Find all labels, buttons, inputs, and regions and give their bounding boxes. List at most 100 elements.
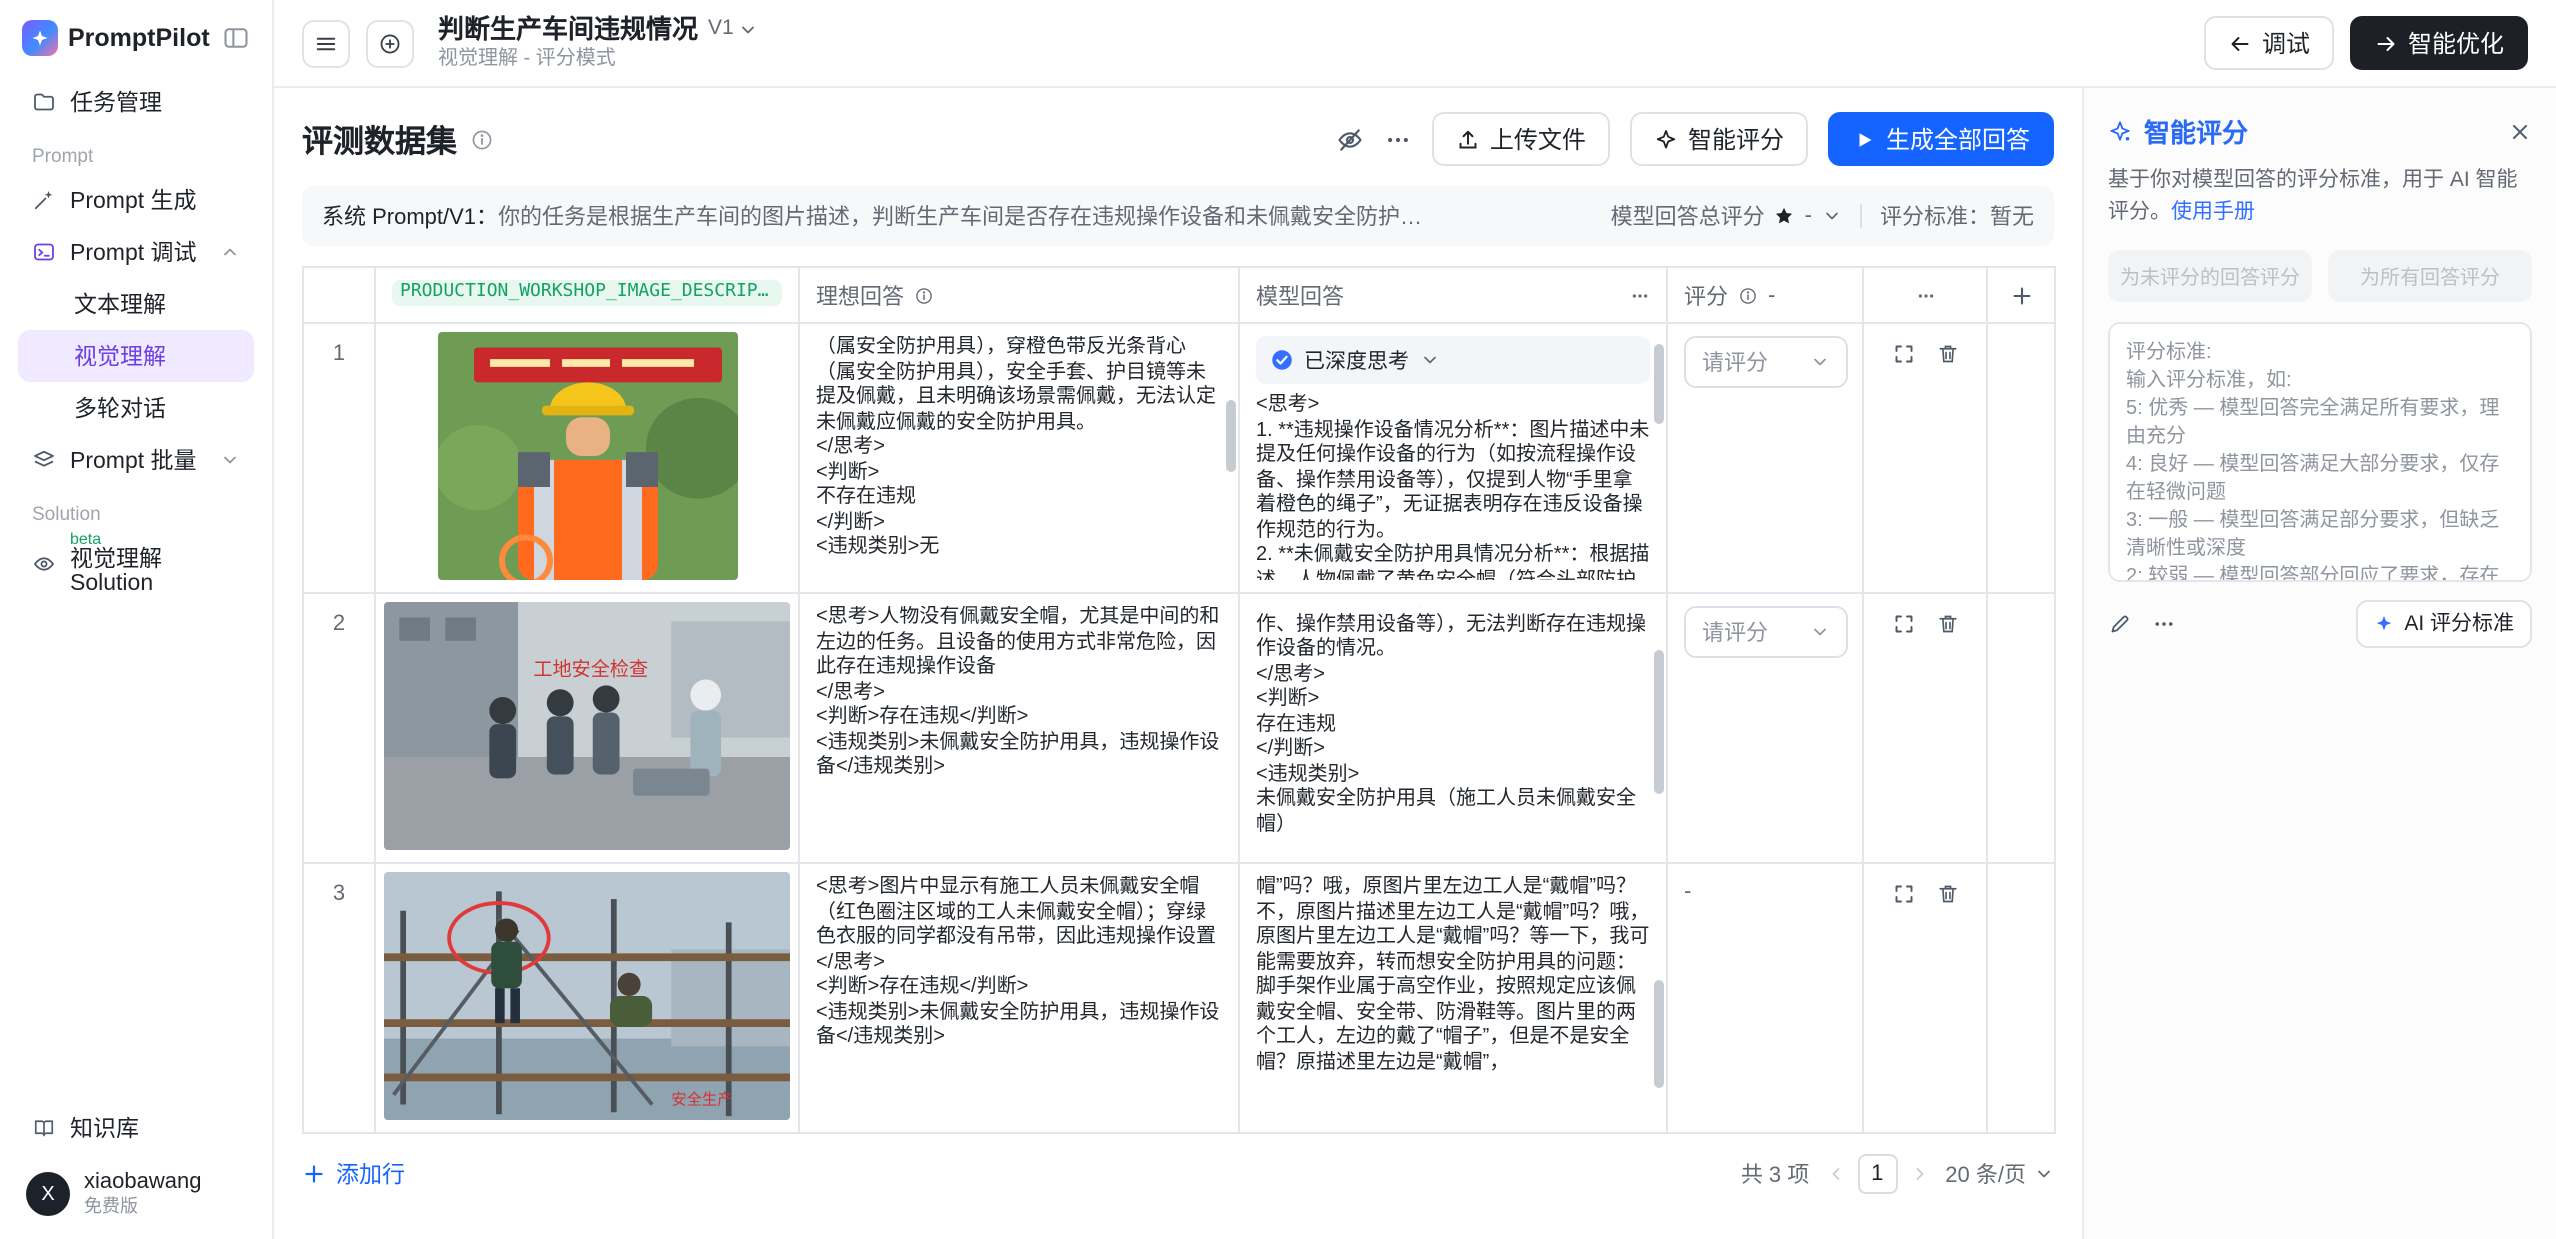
model-answer-cell[interactable]: 戴了黄色安全帽（符合头部防护要求），穿着橙色背心及车间内有砂轮切割机等设备，但未… <box>1239 593 1667 863</box>
arrow-right-icon <box>2374 31 2398 55</box>
sidebar-item-vision-solution[interactable]: beta 视觉理解 Solution <box>18 532 254 596</box>
trash-icon[interactable] <box>1935 612 1959 636</box>
sidebar-item-prompt-debug[interactable]: Prompt 调试 <box>18 226 254 278</box>
system-prompt-bar[interactable]: 系统 Prompt/V1： 你的任务是根据生产车间的图片描述，判断生产车间是否存… <box>302 186 2054 246</box>
sidebar-item-label: 文本理解 <box>74 288 166 320</box>
collapse-sidebar-icon[interactable] <box>222 24 250 52</box>
expand-icon[interactable] <box>1891 342 1915 366</box>
model-answer-text: 戴了黄色安全帽（符合头部防护要求），穿着橙色背心及车间内有砂轮切割机等设备，但未… <box>1256 606 1650 838</box>
expand-icon[interactable] <box>1891 612 1915 636</box>
sidebar-item-label: Prompt 批量 <box>70 444 197 476</box>
star-icon <box>1775 206 1795 226</box>
sidebar-item-tasks[interactable]: 任务管理 <box>18 76 254 128</box>
scrollbar[interactable] <box>1654 344 1664 424</box>
add-column-cell <box>1987 863 2055 1133</box>
new-session-icon[interactable] <box>366 19 414 67</box>
smart-score-button[interactable]: 智能评分 <box>1630 112 1808 166</box>
system-prompt-text: 你的任务是根据生产车间的图片描述，判断生产车间是否存在违规操作设备和未佩戴安全防… <box>498 200 1587 232</box>
image-cell[interactable] <box>375 323 799 593</box>
system-prompt-label: 系统 Prompt/V1： <box>322 200 498 232</box>
model-answer-cell[interactable]: 帽”吗？哦，原图片里左边工人是“戴帽”吗？不，原图片描述里左边工人是“戴帽”吗？… <box>1239 863 1667 1133</box>
add-row-button[interactable]: 添加行 <box>302 1158 405 1190</box>
more-icon[interactable] <box>1384 125 1412 153</box>
layers-icon <box>32 448 56 472</box>
topbar: 判断生产车间违规情况 V1 视觉理解 - 评分模式 调试 智能优化 <box>274 0 2556 88</box>
scrollbar[interactable] <box>1654 650 1664 794</box>
prev-page-icon[interactable] <box>1825 1164 1845 1184</box>
book-icon <box>32 1115 56 1139</box>
score-cell: - <box>1667 863 1863 1133</box>
actions-cell <box>1863 323 1987 593</box>
sidebar-item-vision-understanding[interactable]: 视觉理解 <box>18 330 254 382</box>
sidebar-item-multiturn-dialog[interactable]: 多轮对话 <box>18 382 254 434</box>
current-page[interactable]: 1 <box>1857 1154 1897 1194</box>
manual-link[interactable]: 使用手册 <box>2171 200 2255 224</box>
terminal-icon <box>32 240 56 264</box>
info-icon <box>914 285 934 305</box>
workshop-photo: 安全生产 <box>384 872 790 1120</box>
criteria-textarea[interactable]: 评分标准: 输入评分标准，如: 5: 优秀 — 模型回答完全满足所有要求，理由充… <box>2108 321 2532 581</box>
score-cell: 请评分 <box>1667 593 1863 863</box>
scrollbar[interactable] <box>1226 400 1236 472</box>
info-icon <box>469 127 493 151</box>
score-unscored-button[interactable]: 为未评分的回答评分 <box>2108 249 2312 301</box>
panel-description: 基于你对模型回答的评分标准，用于 AI 智能评分。使用手册 <box>2108 166 2532 229</box>
ai-score-standard-button[interactable]: AI 评分标准 <box>2356 599 2532 647</box>
logo-icon <box>22 20 58 56</box>
next-page-icon[interactable] <box>1909 1164 1929 1184</box>
col-header-ideal[interactable]: 理想回答 <box>799 267 1239 323</box>
more-icon[interactable] <box>1915 285 1935 305</box>
user-plan: 免费版 <box>84 1197 201 1220</box>
smart-optimize-button[interactable]: 智能优化 <box>2350 16 2528 70</box>
arrow-left-icon <box>2228 31 2252 55</box>
chevron-down-icon <box>738 19 758 39</box>
chevron-down-icon <box>1810 622 1830 642</box>
col-header-image[interactable]: PRODUCTION_WORKSHOP_IMAGE_DESCRIPTION <box>375 267 799 323</box>
col-header-actions[interactable] <box>1863 267 1987 323</box>
sidebar: PromptPilot 任务管理 Prompt Prompt 生成 Prompt… <box>0 0 274 1239</box>
model-answer-cell[interactable]: 已深度思考 <思考> 1. **违规操作设备情况分析**：图片描述中未提及任何操… <box>1239 323 1667 593</box>
close-icon[interactable] <box>2508 119 2532 143</box>
sidebar-item-prompt-batch[interactable]: Prompt 批量 <box>18 434 254 486</box>
expand-icon[interactable] <box>1891 882 1915 906</box>
avatar: X <box>26 1172 70 1216</box>
col-header-score[interactable]: 评分 - <box>1667 267 1863 323</box>
sidebar-item-knowledge-base[interactable]: 知识库 <box>18 1101 254 1153</box>
add-column-cell <box>1987 323 2055 593</box>
scrollbar[interactable] <box>1654 980 1664 1088</box>
dataset-title: 评测数据集 <box>302 117 457 161</box>
debug-button[interactable]: 调试 <box>2204 16 2334 70</box>
col-header-model[interactable]: 模型回答 <box>1239 267 1667 323</box>
plus-icon <box>302 1162 326 1186</box>
ideal-answer-cell[interactable]: （属安全防护用具），穿橙色带反光条背心（属安全防护用具），安全手套、护目镜等未提… <box>799 323 1239 593</box>
version-selector[interactable]: V1 <box>708 16 758 41</box>
col-header-add-column[interactable] <box>1987 267 2055 323</box>
deep-think-badge[interactable]: 已深度思考 <box>1256 336 1650 384</box>
edit-icon[interactable] <box>2108 611 2132 635</box>
add-column-cell <box>1987 593 2055 863</box>
sidebar-item-label: 知识库 <box>70 1111 139 1143</box>
image-cell[interactable]: 工地安全检查 <box>375 593 799 863</box>
more-icon[interactable] <box>2152 611 2176 635</box>
trash-icon[interactable] <box>1935 882 1959 906</box>
ideal-answer-cell[interactable]: <思考>人物没有佩戴安全帽，尤其是中间的和左边的任务。且设备的使用方式非常危险，… <box>799 593 1239 863</box>
sidebar-item-prompt-gen[interactable]: Prompt 生成 <box>18 174 254 226</box>
sidebar-item-text-understanding[interactable]: 文本理解 <box>18 278 254 330</box>
more-icon[interactable] <box>1630 285 1650 305</box>
sidebar-item-label: 视觉理解 Solution <box>70 550 240 596</box>
generate-all-button[interactable]: 生成全部回答 <box>1828 112 2054 166</box>
ideal-answer-cell[interactable]: <思考>图片中显示有施工人员未佩戴安全帽（红色圈注区域的工人未佩戴安全帽）；穿绿… <box>799 863 1239 1133</box>
table-row: 3 <box>303 863 2055 1133</box>
upload-file-button[interactable]: 上传文件 <box>1432 112 1610 166</box>
hide-columns-icon[interactable] <box>1336 125 1364 153</box>
image-cell[interactable]: 安全生产 <box>375 863 799 1133</box>
menu-icon[interactable] <box>302 19 350 67</box>
user-profile[interactable]: X xiaobawang 免费版 <box>18 1153 254 1219</box>
table-row: 2 工地安全检查 <box>303 593 2055 863</box>
trash-icon[interactable] <box>1935 342 1959 366</box>
score-select[interactable]: 请评分 <box>1684 336 1848 388</box>
eye-icon <box>32 552 56 576</box>
score-all-button[interactable]: 为所有回答评分 <box>2328 249 2532 301</box>
page-size-select[interactable]: 20 条/页 <box>1945 1158 2054 1190</box>
score-select[interactable]: 请评分 <box>1684 606 1848 658</box>
